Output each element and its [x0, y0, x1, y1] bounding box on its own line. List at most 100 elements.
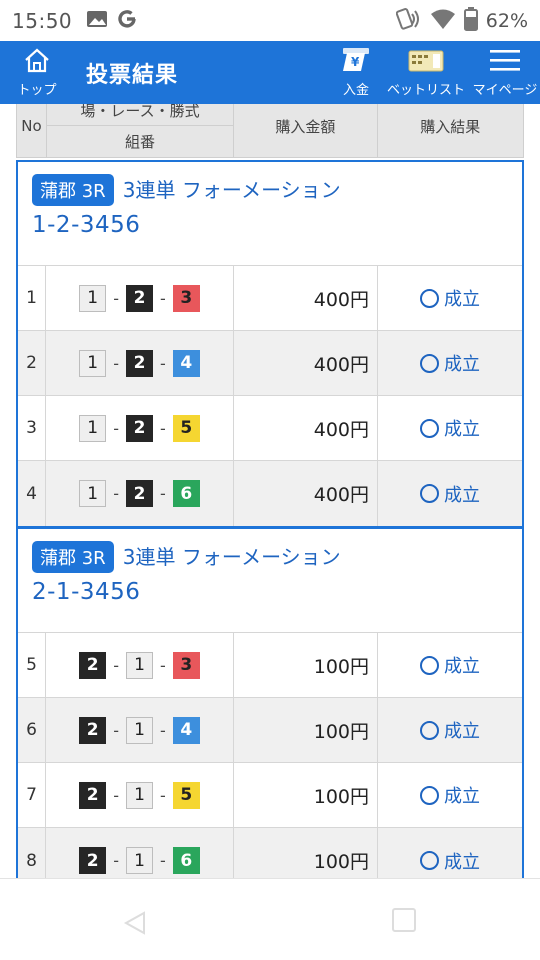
boat-number: 2 — [79, 716, 107, 744]
row-amount: 100円 — [234, 763, 378, 827]
row-no: 5 — [18, 633, 46, 697]
deposit-label: 入金 — [342, 83, 369, 98]
boat-number: 2 — [126, 480, 153, 507]
ticket-icon — [406, 47, 446, 77]
circle-icon — [420, 484, 439, 503]
row-no: 8 — [18, 828, 46, 878]
home-button[interactable]: トップ — [12, 43, 62, 103]
row-result: 成立 — [378, 396, 522, 460]
row-result: 成立 — [378, 698, 522, 762]
boat-number: 6 — [172, 480, 200, 507]
result-label: 成立 — [444, 786, 480, 807]
home-label: トップ — [17, 83, 57, 98]
nfc-icon — [395, 7, 422, 35]
bet-type: 3連単 フォーメーション — [122, 545, 341, 569]
status-bar: 15:50 62% — [0, 0, 540, 41]
row-combo: 2-1-5 — [46, 763, 234, 827]
row-no: 6 — [18, 698, 46, 762]
row-combo: 1-2-5 — [46, 396, 234, 460]
boat-number: 3 — [172, 651, 200, 679]
circle-icon — [420, 288, 439, 308]
group-header: 蒲郡 3R 3連単 フォーメーション 2-1-3456 — [18, 529, 522, 633]
boat-number: 1 — [79, 414, 107, 442]
row-no: 3 — [18, 396, 46, 460]
bet-type: 3連単 フォーメーション — [122, 178, 341, 202]
table-row: 7 2-1-5 100円 成立 — [18, 763, 522, 828]
battery-icon — [463, 6, 478, 35]
boat-number: 1 — [126, 651, 153, 679]
table-row: 8 2-1-6 100円 成立 — [18, 828, 522, 878]
boat-number: 1 — [79, 284, 107, 312]
recent-apps-icon[interactable] — [392, 908, 416, 932]
header-field-top: 場・レース・勝式 — [46, 104, 234, 127]
result-label: 成立 — [444, 656, 480, 677]
circle-icon — [420, 851, 439, 870]
boat-number: 5 — [172, 781, 200, 809]
table-row: 1 1-2-3 400円 成立 — [18, 266, 522, 331]
circle-icon — [420, 353, 439, 373]
row-amount: 100円 — [234, 698, 378, 762]
boat-number: 1 — [126, 847, 153, 874]
row-amount: 100円 — [234, 633, 378, 697]
circle-icon — [420, 785, 439, 805]
result-label: 成立 — [444, 354, 480, 375]
mypage-button[interactable]: マイページ — [470, 43, 540, 103]
row-amount: 400円 — [234, 266, 378, 330]
header-field: 場・レース・勝式 組番 — [46, 104, 235, 157]
row-result: 成立 — [378, 828, 522, 878]
boat-number: 2 — [126, 284, 153, 312]
table-row: 3 1-2-5 400円 成立 — [18, 396, 522, 461]
header-result: 購入結果 — [420, 117, 481, 136]
boat-number: 2 — [126, 349, 153, 377]
g-icon — [116, 8, 138, 34]
results-content[interactable]: No 場・レース・勝式 組番 購入金額 購入結果 蒲郡 3R 3連単 フォーメー… — [0, 104, 540, 878]
header-amount: 購入金額 — [234, 104, 378, 157]
circle-icon — [420, 720, 439, 740]
row-combo: 2-1-3 — [46, 633, 234, 697]
row-result: 成立 — [378, 633, 522, 697]
row-no: 4 — [18, 461, 46, 526]
result-label: 成立 — [444, 484, 480, 506]
row-amount: 100円 — [234, 828, 378, 878]
table-row: 4 1-2-6 400円 成立 — [18, 461, 522, 526]
wifi-icon — [430, 8, 456, 34]
table-row: 5 2-1-3 100円 成立 — [18, 633, 522, 698]
result-label: 成立 — [444, 851, 480, 873]
circle-icon — [420, 418, 439, 438]
deposit-button[interactable]: ¥ 入金 — [334, 43, 378, 103]
navigation-bar — [0, 878, 540, 960]
row-amount: 400円 — [234, 461, 378, 526]
boat-number: 5 — [172, 414, 200, 442]
page-title: 投票結果 — [86, 63, 179, 88]
boat-number: 4 — [172, 349, 200, 377]
row-combo: 1-2-6 — [46, 461, 234, 526]
header-no: No — [17, 104, 47, 157]
back-icon[interactable] — [122, 909, 148, 939]
home-icon — [23, 47, 51, 77]
header-field-bottom: 組番 — [125, 133, 156, 152]
row-combo: 1-2-4 — [46, 331, 234, 395]
group-header: 蒲郡 3R 3連単 フォーメーション 1-2-3456 — [18, 162, 522, 266]
circle-icon — [420, 655, 439, 675]
combo-text: 1-2-3456 — [32, 212, 141, 238]
result-label: 成立 — [444, 289, 480, 310]
row-result: 成立 — [378, 266, 522, 330]
row-amount: 400円 — [234, 396, 378, 460]
betlist-button[interactable]: ベットリスト — [386, 43, 466, 103]
boat-number: 1 — [79, 349, 107, 377]
row-result: 成立 — [378, 763, 522, 827]
betlist-label: ベットリスト — [386, 83, 465, 98]
table-header: No 場・レース・勝式 組番 購入金額 購入結果 — [16, 104, 524, 158]
row-no: 7 — [18, 763, 46, 827]
row-amount: 400円 — [234, 331, 378, 395]
boat-number: 6 — [172, 847, 200, 874]
result-label: 成立 — [444, 721, 480, 742]
boat-number: 1 — [126, 716, 153, 744]
mypage-label: マイページ — [472, 83, 538, 98]
boat-number: 2 — [79, 847, 107, 874]
row-combo: 2-1-6 — [46, 828, 234, 878]
boat-number: 3 — [172, 284, 200, 312]
boat-number: 2 — [79, 651, 107, 679]
deposit-icon: ¥ — [341, 45, 371, 77]
image-icon — [86, 9, 108, 33]
